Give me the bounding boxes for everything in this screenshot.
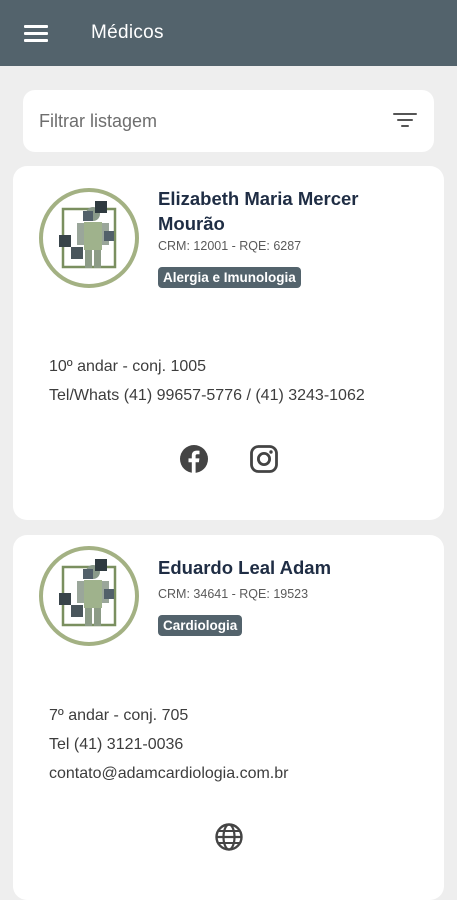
doctor-card[interactable]: Elizabeth Maria Mercer Mourão CRM: 12001…: [13, 166, 444, 520]
page-title: Médicos: [91, 22, 164, 43]
facebook-icon[interactable]: [177, 442, 211, 476]
doctor-name: Eduardo Leal Adam: [158, 557, 332, 578]
body-logo-icon: [39, 546, 139, 646]
doctor-avatar: [38, 187, 140, 289]
app-bar: Médicos: [0, 0, 457, 66]
doctor-credentials: CRM: 34641 - RQE: 19523: [158, 587, 309, 601]
globe-icon[interactable]: [212, 820, 246, 854]
doctor-address: 7º andar - conj. 705: [49, 707, 189, 724]
doctor-phone[interactable]: Tel/Whats (41) 99657-5776 / (41) 3243-10…: [49, 387, 365, 405]
specialty-badge: Alergia e Imunologia: [158, 267, 301, 288]
body-logo-icon: [39, 188, 139, 288]
instagram-icon[interactable]: [247, 442, 281, 476]
doctor-email[interactable]: contato@adamcardiologia.com.br: [49, 765, 288, 783]
specialty-badge: Cardiologia: [158, 615, 243, 636]
doctor-credentials: CRM: 12001 - RQE: 6287: [158, 239, 302, 253]
filter-search-input[interactable]: Filtrar listagem: [23, 90, 434, 152]
doctor-card[interactable]: Eduardo Leal Adam CRM: 34641 - RQE: 1952…: [13, 535, 444, 900]
filter-icon[interactable]: [393, 113, 417, 129]
filter-placeholder: Filtrar listagem: [39, 110, 158, 131]
menu-icon: [24, 25, 48, 42]
menu-button[interactable]: [6, 0, 66, 66]
doctor-avatar: [38, 545, 140, 647]
doctor-address: 10º andar - conj. 1005: [49, 358, 207, 375]
doctor-phone[interactable]: Tel (41) 3121-0036: [49, 736, 183, 754]
doctor-name: Elizabeth Maria Mercer Mourão: [158, 188, 359, 234]
